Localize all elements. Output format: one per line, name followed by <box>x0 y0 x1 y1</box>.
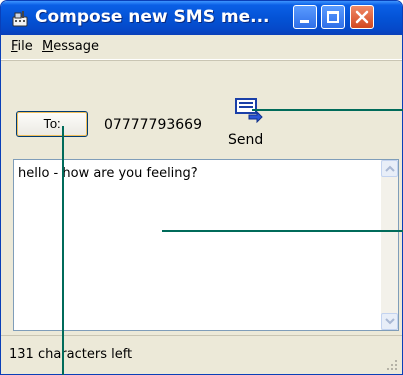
window-title: Compose new SMS me... <box>35 7 270 27</box>
close-button[interactable] <box>350 5 374 29</box>
menu-message-label: essage <box>53 39 99 54</box>
minimize-button[interactable] <box>293 5 317 29</box>
phone-icon <box>12 11 28 27</box>
callout-line-message <box>162 230 403 232</box>
close-icon <box>355 10 369 24</box>
menu-message-mnemonic: M <box>42 39 54 54</box>
chevron-up-icon <box>385 165 395 172</box>
maximize-button[interactable] <box>321 5 345 29</box>
to-button[interactable]: To: <box>16 111 88 137</box>
minimize-icon <box>300 20 309 23</box>
resize-grip-icon[interactable] <box>386 359 398 371</box>
menu-file-label: ile <box>17 39 33 54</box>
menu-separator <box>1 60 402 61</box>
send-label: Send <box>228 132 264 148</box>
callout-line-send <box>252 109 403 111</box>
characters-left-status: 131 characters left <box>9 347 133 362</box>
send-button[interactable]: Send <box>226 94 272 154</box>
sms-compose-window: Compose new SMS me... File Message To: 0… <box>0 0 403 375</box>
scroll-down-button[interactable] <box>381 313 398 330</box>
chevron-down-icon <box>385 318 395 325</box>
message-textarea[interactable]: hello - how are you feeling? <box>13 159 399 331</box>
vertical-scrollbar[interactable] <box>381 160 398 330</box>
recipient-phone-number: 07777793669 <box>104 117 202 133</box>
maximize-icon <box>327 11 339 23</box>
title-bar[interactable]: Compose new SMS me... <box>1 1 402 35</box>
callout-line-to <box>62 126 64 375</box>
menu-file[interactable]: File <box>11 39 33 54</box>
message-text: hello - how are you feeling? <box>18 166 198 181</box>
scroll-up-button[interactable] <box>381 160 398 177</box>
menu-bar: File Message <box>1 35 402 60</box>
menu-message[interactable]: Message <box>42 39 99 54</box>
